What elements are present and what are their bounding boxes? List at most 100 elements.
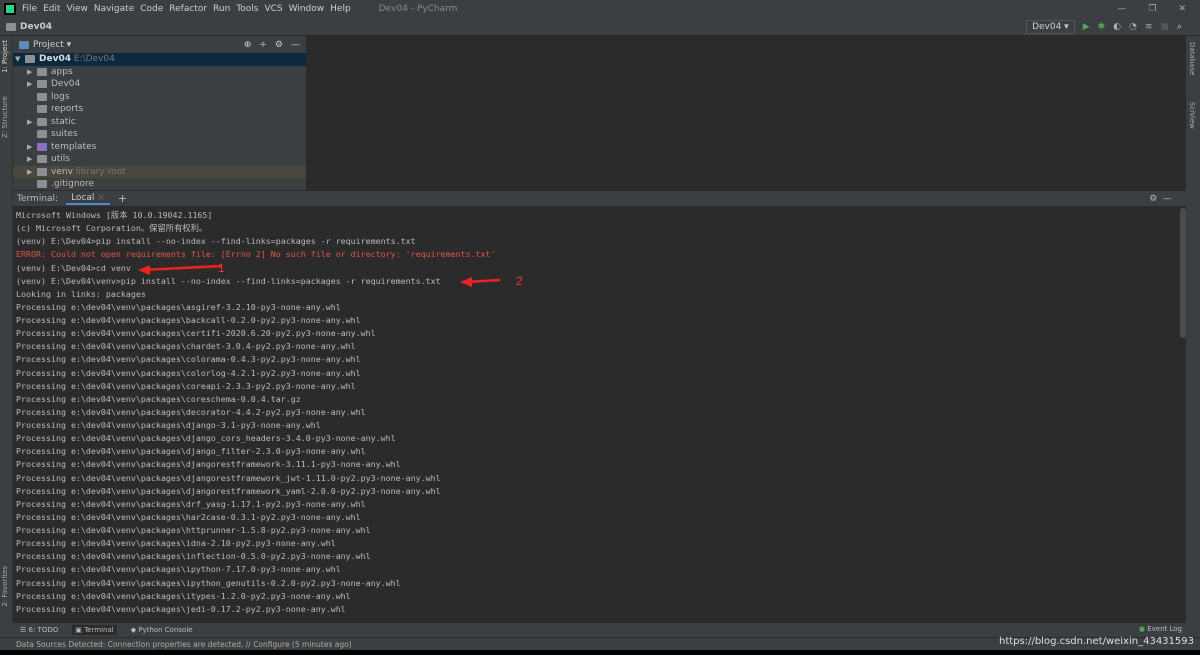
menu-navigate[interactable]: Navigate [94, 4, 134, 14]
hide-icon[interactable]: — [291, 40, 300, 50]
arrow-2-head [460, 277, 472, 287]
folder-icon [37, 80, 47, 89]
terminal-label: Terminal: [17, 193, 59, 204]
menu-view[interactable]: View [67, 4, 88, 14]
event-log-button[interactable]: ● Event Log [1139, 625, 1182, 633]
gear-icon[interactable]: ⚙ [275, 40, 283, 50]
gear-icon[interactable]: ⚙ — [1149, 194, 1172, 204]
expand-arrow-icon[interactable]: ▶ [27, 118, 37, 126]
terminal-line: Processing e:\dev04\venv\packages\drf_ya… [16, 498, 366, 509]
collapse-icon[interactable]: ÷ [259, 40, 267, 50]
terminal-line: Processing e:\dev04\venv\packages\ipytho… [16, 577, 401, 588]
add-terminal-button[interactable]: + [118, 192, 127, 205]
right-tool-strip: Database SciView [1186, 36, 1200, 623]
tab-python-console[interactable]: ◆ Python Console [131, 626, 193, 634]
stop-icon[interactable]: ■ [1160, 22, 1169, 32]
tree-item[interactable]: ▶ static [13, 116, 306, 129]
tab-todo[interactable]: ☰ 6: TODO [20, 626, 58, 634]
locate-icon[interactable]: ⊕ [244, 40, 252, 50]
terminal-line: Processing e:\dev04\venv\packages\coresc… [16, 393, 301, 404]
folder-icon [6, 22, 16, 31]
menu-edit[interactable]: Edit [43, 4, 60, 14]
terminal-line: (c) Microsoft Corporation。保留所有权利。 [16, 223, 208, 234]
minimize-icon[interactable]: — [1117, 4, 1126, 14]
run-icon[interactable]: ▶ [1083, 22, 1090, 32]
coverage-icon[interactable]: ◐ [1113, 22, 1121, 32]
tree-item[interactable]: .gitignore [13, 178, 306, 191]
folder-icon [37, 67, 47, 76]
tree-item[interactable]: ▶ utils [13, 153, 306, 166]
annotation-arrows [138, 264, 501, 287]
run-config-select[interactable]: Dev04 ▾ [1026, 20, 1075, 34]
tree-item-label: logs [51, 91, 70, 102]
menu-items: File Edit View Navigate Code Refactor Run Tools… [22, 4, 357, 14]
tab-terminal[interactable]: ▣ Terminal [72, 625, 117, 635]
tab-sciview[interactable]: SciView [1188, 102, 1196, 129]
tab-project[interactable]: 1: Project [1, 40, 9, 73]
breadcrumb[interactable]: Dev04 [20, 22, 52, 32]
tab-database[interactable]: Database [1188, 42, 1196, 75]
terminal-line: Processing e:\dev04\venv\packages\backca… [16, 315, 361, 325]
close-icon[interactable]: ✕ [1178, 4, 1186, 14]
terminal-line: Processing e:\dev04\venv\packages\django… [16, 446, 366, 457]
terminal-line: Processing e:\dev04\venv\packages\django… [16, 459, 401, 470]
tree-item-label: apps [51, 66, 73, 77]
profile-icon[interactable]: ◔ [1129, 22, 1137, 32]
folder-icon [37, 142, 47, 151]
terminal-line: Processing e:\dev04\venv\packages\asgire… [16, 301, 341, 312]
restore-icon[interactable]: ❐ [1148, 4, 1156, 14]
left-tool-strip: 1: Project Z: Structure 2: Favorites [0, 36, 13, 623]
concurrency-icon[interactable]: ≡ [1145, 22, 1153, 32]
tab-local[interactable]: Local × [66, 193, 110, 205]
menu-help[interactable]: Help [330, 4, 351, 14]
menu-refactor[interactable]: Refactor [169, 4, 207, 14]
folder-icon [25, 55, 35, 64]
expand-arrow-icon[interactable]: ▶ [27, 143, 37, 151]
terminal-line: Processing e:\dev04\venv\packages\inflec… [16, 551, 371, 562]
tree-item[interactable]: ▶ apps [13, 66, 306, 79]
menu-bar: File Edit View Navigate Code Refactor Run Tools… [0, 0, 1200, 18]
expand-arrow-icon[interactable]: ▶ [27, 68, 37, 76]
tool-window-bar: ☰ 6: TODO ▣ Terminal ◆ Python Console [0, 623, 1200, 637]
status-message[interactable]: Data Sources Detected: Connection proper… [16, 640, 352, 649]
menu-vcs[interactable]: VCS [264, 4, 282, 14]
tree-root[interactable]: ▼ Dev04 E:\Dev04 [13, 53, 306, 66]
expand-arrow-icon[interactable]: ▼ [15, 55, 25, 63]
terminal-scrollbar[interactable] [1180, 208, 1186, 338]
tree-item-label: venv [51, 166, 73, 177]
expand-arrow-icon[interactable]: ▶ [27, 168, 37, 176]
tree-item[interactable]: logs [13, 91, 306, 104]
annotation-2: 2 [516, 274, 523, 288]
menu-tools[interactable]: Tools [236, 4, 258, 14]
tree-item-label: Dev04 [51, 79, 81, 90]
expand-arrow-icon[interactable]: ▶ [27, 80, 37, 88]
pycharm-logo-icon [4, 3, 16, 15]
terminal-line: Processing e:\dev04\venv\packages\charde… [16, 341, 356, 352]
close-tab-icon[interactable]: × [97, 193, 105, 203]
tree-item[interactable]: reports [13, 103, 306, 116]
expand-arrow-icon[interactable]: ▶ [27, 155, 37, 163]
run-toolbar: Dev04 ▾ ▶ ✱ ◐ ◔ ≡ ■ ⌕ [1026, 19, 1182, 35]
search-icon[interactable]: ⌕ [1177, 22, 1182, 32]
tab-structure[interactable]: Z: Structure [1, 96, 9, 138]
debug-icon[interactable]: ✱ [1098, 22, 1106, 32]
project-view-select[interactable]: Project [33, 40, 64, 50]
tree-item[interactable]: ▶ venv library root [13, 165, 306, 178]
terminal-line: Processing e:\dev04\venv\packages\decora… [16, 406, 366, 417]
menu-window[interactable]: Window [289, 4, 325, 14]
terminal-line: Processing e:\dev04\venv\packages\har2ca… [16, 511, 361, 522]
terminal-line: Processing e:\dev04\venv\packages\idna-2… [16, 538, 336, 549]
menu-run[interactable]: Run [213, 4, 230, 14]
folder-icon [37, 117, 47, 126]
file-icon [37, 180, 47, 189]
tree-item[interactable]: ▶ Dev04 [13, 78, 306, 91]
tree-item[interactable]: suites [13, 128, 306, 141]
project-view-icon [19, 40, 29, 49]
terminal-line: Processing e:\dev04\venv\packages\itypes… [16, 590, 351, 601]
tab-favorites[interactable]: 2: Favorites [1, 566, 9, 607]
tree-item[interactable]: ▶ templates [13, 141, 306, 154]
menu-code[interactable]: Code [140, 4, 163, 14]
menu-file[interactable]: File [22, 4, 37, 14]
terminal-line: (venv) E:\Dev04>pip install --no-index -… [16, 236, 416, 247]
terminal-line: Processing e:\dev04\venv\packages\django… [16, 420, 321, 430]
